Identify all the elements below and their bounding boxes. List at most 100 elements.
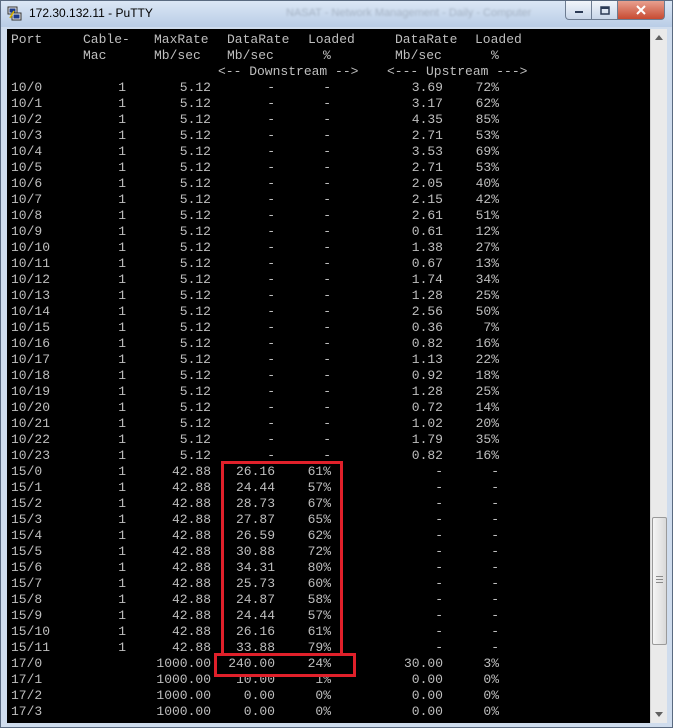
cell-port: 10/21 bbox=[11, 416, 51, 431]
table-row: 10/10 1 5.12 - - 1.38 27% bbox=[7, 240, 650, 256]
cell-ds-datarate: - bbox=[267, 224, 275, 239]
cell-us-loaded: 53% bbox=[475, 128, 499, 143]
cell-us-datarate: 1.13 bbox=[411, 352, 443, 367]
vertical-scrollbar[interactable] bbox=[650, 29, 667, 723]
thumb-grip bbox=[656, 582, 663, 583]
cell-us-loaded: 72% bbox=[475, 80, 499, 95]
table-row: 15/0 1 42.88 26.16 61% - - bbox=[7, 464, 650, 480]
cell-port: 10/22 bbox=[11, 432, 51, 447]
cell-us-datarate: 0.67 bbox=[411, 256, 443, 271]
minimize-icon bbox=[574, 11, 583, 13]
header-upstream: <--- Upstream ---> bbox=[387, 64, 528, 79]
cell-us-datarate: 3.17 bbox=[411, 96, 443, 111]
maximize-button[interactable] bbox=[592, 1, 618, 20]
cell-ds-datarate: - bbox=[267, 112, 275, 127]
cell-ds-datarate: - bbox=[267, 96, 275, 111]
table-row: 17/1 1000.00 10.00 1% 0.00 0% bbox=[7, 672, 650, 688]
cell-port: 10/6 bbox=[11, 176, 43, 191]
cell-ds-loaded: - bbox=[323, 192, 331, 207]
cell-port: 15/3 bbox=[11, 512, 43, 527]
cell-maxrate: 5.12 bbox=[179, 368, 211, 383]
cell-maxrate: 5.12 bbox=[179, 112, 211, 127]
cell-cable-mac: 1 bbox=[118, 208, 126, 223]
cell-port: 15/9 bbox=[11, 608, 43, 623]
cell-ds-loaded: - bbox=[323, 224, 331, 239]
cell-cable-mac: 1 bbox=[118, 96, 126, 111]
cell-cable-mac: 1 bbox=[118, 432, 126, 447]
cell-port: 10/3 bbox=[11, 128, 43, 143]
cell-port: 15/5 bbox=[11, 544, 43, 559]
cell-port: 10/20 bbox=[11, 400, 51, 415]
cell-cable-mac: 1 bbox=[118, 336, 126, 351]
cell-port: 10/15 bbox=[11, 320, 51, 335]
cell-us-loaded: - bbox=[491, 640, 499, 655]
cell-ds-loaded: 61% bbox=[307, 464, 331, 479]
cell-port: 10/14 bbox=[11, 304, 51, 319]
header-ds-datarate-unit: Mb/sec bbox=[227, 48, 274, 63]
cell-port: 10/23 bbox=[11, 448, 51, 463]
cell-ds-datarate: 10.00 bbox=[235, 672, 275, 687]
cell-port: 15/8 bbox=[11, 592, 43, 607]
cell-ds-loaded: - bbox=[323, 96, 331, 111]
cell-maxrate: 42.88 bbox=[171, 480, 211, 495]
cell-us-datarate: 1.02 bbox=[411, 416, 443, 431]
cell-ds-datarate: - bbox=[267, 352, 275, 367]
cell-maxrate: 5.12 bbox=[179, 144, 211, 159]
cell-us-datarate: 2.56 bbox=[411, 304, 443, 319]
header-mac: Mac bbox=[83, 48, 107, 63]
cell-ds-loaded: 57% bbox=[307, 608, 331, 623]
cell-us-loaded: - bbox=[491, 576, 499, 591]
cell-cable-mac: 1 bbox=[118, 304, 126, 319]
table-row: 15/4 1 42.88 26.59 62% - - bbox=[7, 528, 650, 544]
close-button[interactable] bbox=[618, 1, 665, 20]
cell-ds-datarate: 34.31 bbox=[235, 560, 275, 575]
cell-us-datarate: 0.92 bbox=[411, 368, 443, 383]
table-row: 15/5 1 42.88 30.88 72% - - bbox=[7, 544, 650, 560]
cell-ds-loaded: 79% bbox=[307, 640, 331, 655]
close-icon bbox=[636, 5, 646, 15]
cell-maxrate: 42.88 bbox=[171, 592, 211, 607]
table-row: 17/0 1000.00 240.00 24% 30.00 3% bbox=[7, 656, 650, 672]
cell-us-datarate: - bbox=[435, 592, 443, 607]
table-row: 15/11 1 42.88 33.88 79% - - bbox=[7, 640, 650, 656]
cell-us-datarate: 0.82 bbox=[411, 448, 443, 463]
cell-us-datarate: 2.61 bbox=[411, 208, 443, 223]
cell-cable-mac: 1 bbox=[118, 112, 126, 127]
cell-ds-loaded: - bbox=[323, 304, 331, 319]
header-us-loaded: Loaded bbox=[475, 32, 522, 47]
cell-ds-loaded: - bbox=[323, 208, 331, 223]
title-bar[interactable]: 172.30.132.11 - PuTTY NASAT - Network Ma… bbox=[1, 1, 672, 27]
cell-us-loaded: 34% bbox=[475, 272, 499, 287]
cell-ds-datarate: 240.00 bbox=[228, 656, 275, 671]
cell-port: 10/18 bbox=[11, 368, 51, 383]
cell-us-loaded: - bbox=[491, 608, 499, 623]
cell-us-loaded: 42% bbox=[475, 192, 499, 207]
cell-ds-datarate: - bbox=[267, 416, 275, 431]
cell-port: 10/7 bbox=[11, 192, 43, 207]
cell-cable-mac: 1 bbox=[118, 272, 126, 287]
cell-ds-loaded: - bbox=[323, 416, 331, 431]
table-row: 15/8 1 42.88 24.87 58% - - bbox=[7, 592, 650, 608]
cell-us-datarate: 1.38 bbox=[411, 240, 443, 255]
scroll-thumb[interactable] bbox=[652, 517, 667, 645]
minimize-button[interactable] bbox=[565, 1, 592, 20]
cell-ds-loaded: - bbox=[323, 128, 331, 143]
table-row: 10/5 1 5.12 - - 2.71 53% bbox=[7, 160, 650, 176]
cell-us-datarate: 2.15 bbox=[411, 192, 443, 207]
cell-port: 17/1 bbox=[11, 672, 43, 687]
cell-cable-mac: 1 bbox=[118, 624, 126, 639]
cell-us-loaded: 14% bbox=[475, 400, 499, 415]
cell-us-loaded: 0% bbox=[483, 688, 499, 703]
header-us-datarate-unit: Mb/sec bbox=[395, 48, 442, 63]
cell-maxrate: 42.88 bbox=[171, 528, 211, 543]
header-downstream: <-- Downstream --> bbox=[218, 64, 359, 79]
cell-us-loaded: 85% bbox=[475, 112, 499, 127]
cell-maxrate: 5.12 bbox=[179, 352, 211, 367]
arrow-down-icon bbox=[655, 712, 663, 717]
cell-us-loaded: 20% bbox=[475, 416, 499, 431]
table-row: 10/16 1 5.12 - - 0.82 16% bbox=[7, 336, 650, 352]
terminal-screen[interactable]: Port Cable- MaxRate DataRate Loaded Data… bbox=[7, 29, 650, 723]
cell-maxrate: 5.12 bbox=[179, 192, 211, 207]
scroll-down-button[interactable] bbox=[651, 706, 667, 723]
scroll-up-button[interactable] bbox=[651, 29, 667, 46]
